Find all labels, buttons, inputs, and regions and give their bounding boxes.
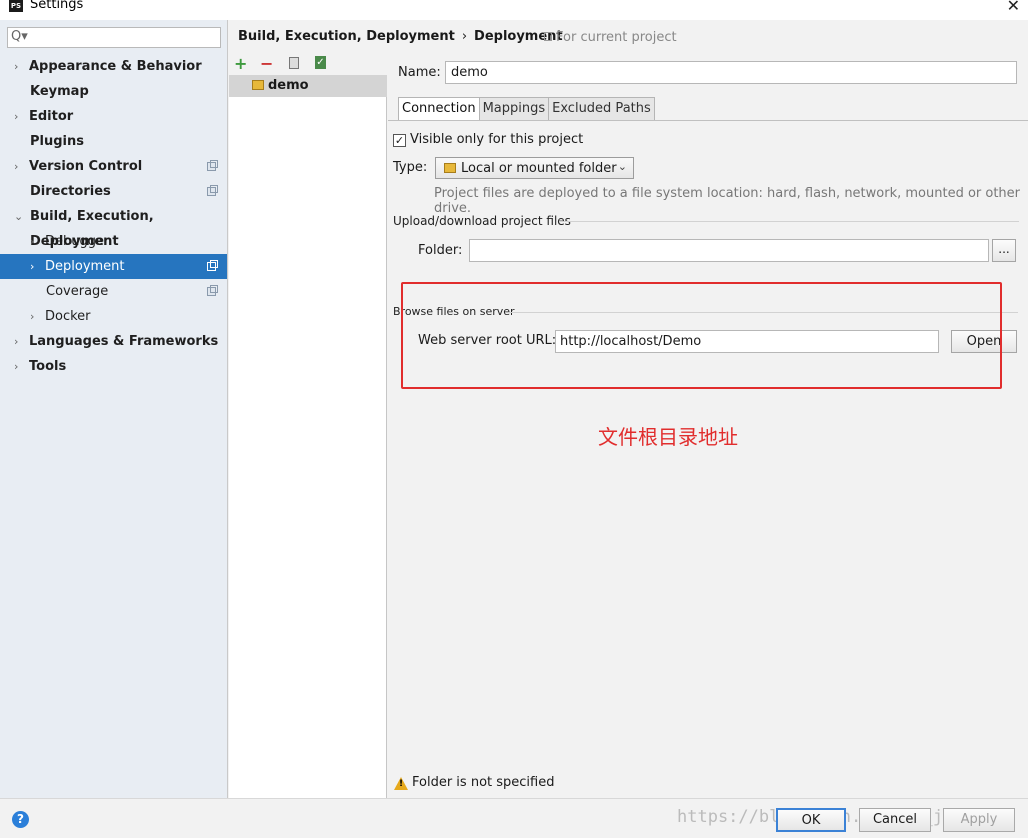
chevron-right-icon: › [14,60,19,73]
chevron-down-icon: ⌄ [14,210,24,223]
sidebar-item-plugins[interactable]: Plugins [0,129,227,154]
sidebar-item-label: Plugins [30,134,84,149]
chevron-right-icon: › [30,235,35,248]
chevron-right-icon: › [14,110,19,123]
remove-icon[interactable]: − [260,54,273,73]
chevron-right-icon: › [30,310,35,323]
sidebar-item-label: Docker [45,309,91,324]
sidebar-item-languages-frameworks[interactable]: › Languages & Frameworks [0,329,227,354]
project-scope-icon [207,160,218,171]
copy-icon[interactable] [289,57,299,69]
settings-sidebar: Q▾ › Appearance & Behavior Keymap › Edit… [0,20,228,798]
project-scope-icon [207,260,218,271]
chevron-down-icon: ⌄ [617,160,627,173]
sidebar-item-label: Tools [29,359,67,374]
sidebar-item-debugger[interactable]: › Debugger [0,229,227,254]
sidebar-item-keymap[interactable]: Keymap [0,79,227,104]
browse-folder-button[interactable]: ... [992,239,1016,262]
sidebar-item-appearance-behavior[interactable]: › Appearance & Behavior [0,54,227,79]
chevron-right-icon: › [30,260,35,273]
name-label: Name: [398,65,441,80]
visible-only-label[interactable]: Visible only for this project [410,132,583,147]
tab-excluded-paths[interactable]: Excluded Paths [548,97,655,121]
type-label: Type: [393,160,428,175]
annotation-highlight-box [401,282,1002,389]
tab-bar: Connection Mappings Excluded Paths [398,97,655,121]
sidebar-item-label: Deployment [45,259,125,274]
project-scope-label: For current project [556,30,677,45]
sidebar-item-version-control[interactable]: › Version Control [0,154,227,179]
name-field[interactable]: demo [445,61,1017,84]
tab-connection[interactable]: Connection [398,97,480,121]
cancel-button[interactable]: Cancel [859,808,931,832]
apply-button[interactable]: Apply [943,808,1015,832]
add-icon[interactable]: + [234,54,247,73]
sidebar-item-label: Keymap [30,84,89,99]
sidebar-item-label: Languages & Frameworks [29,334,219,349]
chevron-right-icon: › [14,160,19,173]
sidebar-item-deployment[interactable]: › Deployment [0,254,227,279]
project-scope-icon [207,285,218,296]
dialog-footer: ? https://blog.csdn.net/TF_jingfang OK C… [0,798,1028,838]
breadcrumb: Build, Execution, Deployment › Deployment [238,29,563,44]
folder-field[interactable] [469,239,989,262]
sidebar-item-label: Editor [29,109,74,124]
project-scope-icon [207,185,218,196]
close-icon[interactable]: ✕ [1007,0,1020,15]
annotation-text: 文件根目录地址 [598,425,738,449]
visible-only-checkbox[interactable]: ✓ [393,134,406,147]
type-hint: Project files are deployed to a file sys… [434,186,1021,216]
help-icon[interactable]: ? [12,811,29,828]
sidebar-item-coverage[interactable]: Coverage [0,279,227,304]
search-icon: Q▾ [11,29,28,44]
breadcrumb-parent[interactable]: Build, Execution, Deployment [238,29,455,44]
sidebar-item-editor[interactable]: › Editor [0,104,227,129]
server-details: Name: demo Connection Mappings Excluded … [388,53,1028,798]
folder-label: Folder: [418,243,463,258]
title-bar: PS Settings ✕ [0,0,1028,20]
use-as-default-icon[interactable]: ✓ [315,56,326,69]
warning-icon [394,777,408,790]
project-scope-icon [544,32,552,41]
type-select[interactable]: Local or mounted folder ⌄ [435,157,634,179]
sidebar-item-label: Version Control [29,159,143,174]
app-icon: PS [9,0,23,12]
sidebar-item-tools[interactable]: › Tools [0,354,227,379]
sidebar-item-directories[interactable]: Directories [0,179,227,204]
chevron-right-icon: › [14,335,19,348]
breadcrumb-separator: › [461,29,468,44]
sidebar-item-label: Directories [30,184,111,199]
group-divider [559,221,1019,222]
server-name: demo [268,78,309,93]
server-list-panel: + − ✓ demo [229,53,387,798]
tab-mappings[interactable]: Mappings [478,97,550,121]
settings-content: Build, Execution, Deployment › Deployment … [229,20,1028,798]
type-value: Local or mounted folder [461,161,617,176]
server-item-demo[interactable]: demo [229,75,387,97]
sidebar-item-label: Coverage [46,284,109,299]
sidebar-item-label: Debugger [45,234,110,249]
folder-icon [444,163,456,173]
sidebar-item-build-execution-deployment[interactable]: ⌄ Build, Execution, Deployment [0,204,227,249]
ok-button[interactable]: OK [776,808,846,832]
tab-divider [388,120,1028,121]
warning-text: Folder is not specified [412,775,555,790]
search-input[interactable]: Q▾ [7,27,221,48]
folder-server-icon [252,80,264,90]
sidebar-item-docker[interactable]: › Docker [0,304,227,329]
sidebar-item-label: Appearance & Behavior [29,59,202,74]
server-toolbar: + − ✓ [229,53,387,75]
project-scope-note: For current project [544,30,677,45]
window-title: Settings [30,0,84,12]
chevron-right-icon: › [14,360,19,373]
upload-group-title: Upload/download project files [393,214,571,228]
